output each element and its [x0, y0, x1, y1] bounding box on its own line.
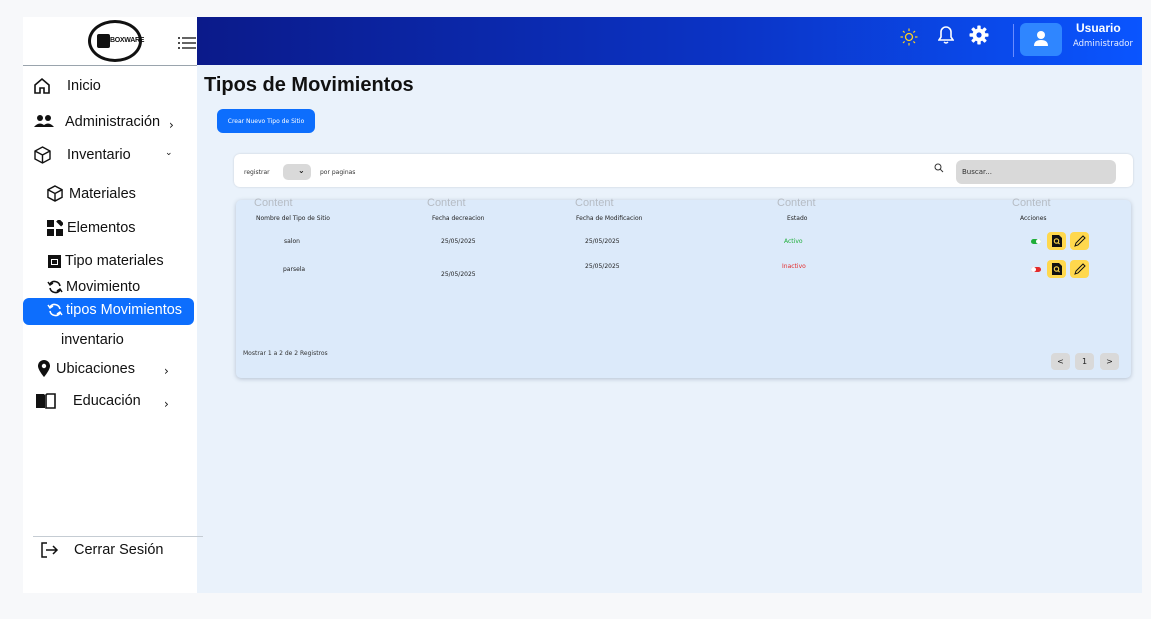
chevron-right-icon: › [169, 118, 174, 132]
logout-label: Cerrar Sesión [74, 542, 164, 558]
sidebar-item-label: Inicio [67, 78, 101, 94]
prev-page-button[interactable]: < [1051, 353, 1070, 370]
search-icon [934, 163, 944, 173]
user-role: Administrador [1073, 39, 1134, 49]
sidebar-item-label: tipos Movimientos [66, 302, 183, 318]
column-header[interactable]: Nombre del Tipo de Sitio [256, 215, 330, 222]
sidebar-item-label: Elementos [67, 220, 136, 236]
view-button[interactable] [1047, 232, 1066, 250]
column-placeholder: Content [1012, 197, 1051, 209]
table-info: Mostrar 1 a 2 de 2 Registros [243, 350, 328, 357]
cell-modified: 25/05/2025 [585, 238, 620, 245]
sidebar-item-label: Materiales [69, 185, 136, 202]
sidebar-item-label: Administración [65, 114, 161, 130]
sidebar-item-tipos-movimientos[interactable]: tipos Movimientos [23, 298, 194, 325]
file-search-icon [1052, 235, 1062, 247]
chevron-right-icon: › [164, 364, 169, 378]
sidebar-item-label: inventario [61, 332, 124, 348]
column-header[interactable]: Fecha de Modificacion [576, 215, 642, 222]
sidebar-item-label: Movimiento [66, 279, 141, 295]
status-badge: Activo [784, 238, 803, 245]
view-button[interactable] [1047, 260, 1066, 278]
logo-text: BOXWARE [110, 37, 145, 44]
column-placeholder: Content [254, 197, 293, 209]
user-name: Usuario [1076, 21, 1121, 35]
pencil-icon [1074, 235, 1086, 247]
page-title: Tipos de Movimientos [204, 74, 414, 96]
data-table: Content Content Content Content Content … [236, 197, 1131, 378]
next-page-button[interactable]: > [1100, 353, 1119, 370]
page-button[interactable]: 1 [1075, 353, 1094, 370]
sidebar-item-inventario-sub[interactable]: inventario [23, 332, 124, 348]
create-button[interactable]: Crear Nuevo Tipo de Sitio [217, 109, 315, 133]
book-icon [36, 393, 56, 409]
refresh-icon [47, 280, 63, 294]
sidebar-item-inventario[interactable]: Inventario [23, 146, 131, 164]
cell-name: salon [284, 238, 300, 245]
app-frame: BOXWARE Inicio Administración › Inventar… [23, 17, 1142, 593]
sun-icon[interactable] [900, 28, 918, 46]
location-pin-icon [38, 360, 50, 377]
sidebar-item-movimiento[interactable]: Movimiento [23, 279, 140, 295]
sidebar-item-label: Inventario [67, 147, 131, 163]
divider [33, 536, 203, 537]
sidebar-item-label: Ubicaciones [56, 360, 135, 377]
sidebar-item-administracion[interactable]: Administración [23, 114, 160, 130]
logout-button[interactable]: Cerrar Sesión [23, 542, 163, 558]
per-page-label: por paginas [320, 169, 356, 176]
sidebar-item-ubicaciones[interactable]: Ubicaciones [23, 360, 135, 377]
status-toggle[interactable] [1031, 267, 1041, 272]
package-icon [34, 146, 51, 164]
dashboard-icon [47, 220, 63, 236]
sidebar-item-inicio[interactable]: Inicio [23, 77, 101, 95]
sidebar-item-educacion[interactable]: Educación [23, 393, 141, 409]
cell-created: 25/05/2025 [441, 238, 476, 245]
sidebar-item-label: Tipo materiales [65, 253, 164, 269]
table-toolbar: registrar ⌄ por paginas [234, 154, 1133, 187]
user-icon [1034, 31, 1048, 46]
column-header[interactable]: Acciones [1020, 215, 1047, 222]
sidebar-item-materiales[interactable]: Materiales [23, 185, 136, 202]
chevron-down-icon: ⌄ [298, 166, 305, 175]
top-bar: Usuario Administrador [197, 17, 1142, 65]
column-placeholder: Content [777, 197, 816, 209]
cell-name: parsela [283, 266, 306, 273]
search-input[interactable] [956, 160, 1116, 184]
sidebar-item-elementos[interactable]: Elementos [23, 220, 136, 236]
menu-list-icon[interactable] [176, 35, 198, 51]
show-label: registrar [244, 169, 270, 176]
avatar[interactable] [1020, 23, 1062, 56]
chevron-right-icon: › [164, 397, 169, 411]
package-icon [47, 185, 63, 202]
status-badge: Inactivo [782, 263, 806, 270]
logout-icon [41, 542, 59, 558]
sidebar-item-tipo-materiales[interactable]: Tipo materiales [23, 253, 164, 269]
materials-icon [48, 254, 61, 268]
refresh-icon [47, 303, 63, 317]
brand-logo: BOXWARE [88, 20, 145, 62]
column-placeholder: Content [575, 197, 614, 209]
box-icon [97, 34, 110, 48]
edit-button[interactable] [1070, 260, 1089, 278]
file-search-icon [1052, 263, 1062, 275]
cell-modified: 25/05/2025 [585, 263, 620, 270]
sidebar-header: BOXWARE [23, 17, 197, 66]
home-icon [34, 77, 50, 94]
column-placeholder: Content [427, 197, 466, 209]
status-toggle[interactable] [1031, 239, 1041, 244]
pencil-icon [1074, 263, 1086, 275]
sidebar: BOXWARE Inicio Administración › Inventar… [23, 17, 203, 593]
page-size-select[interactable]: ⌄ [283, 164, 311, 180]
sidebar-item-label: Educación [73, 393, 141, 409]
divider [1013, 24, 1014, 57]
column-header[interactable]: Fecha decreacion [432, 215, 484, 222]
gear-icon[interactable] [969, 25, 989, 45]
chevron-down-icon: ⌄ [165, 148, 173, 158]
edit-button[interactable] [1070, 232, 1089, 250]
users-icon [34, 115, 54, 127]
cell-created: 25/05/2025 [441, 271, 476, 278]
column-header[interactable]: Estado [787, 215, 807, 222]
bell-icon[interactable] [938, 25, 954, 45]
